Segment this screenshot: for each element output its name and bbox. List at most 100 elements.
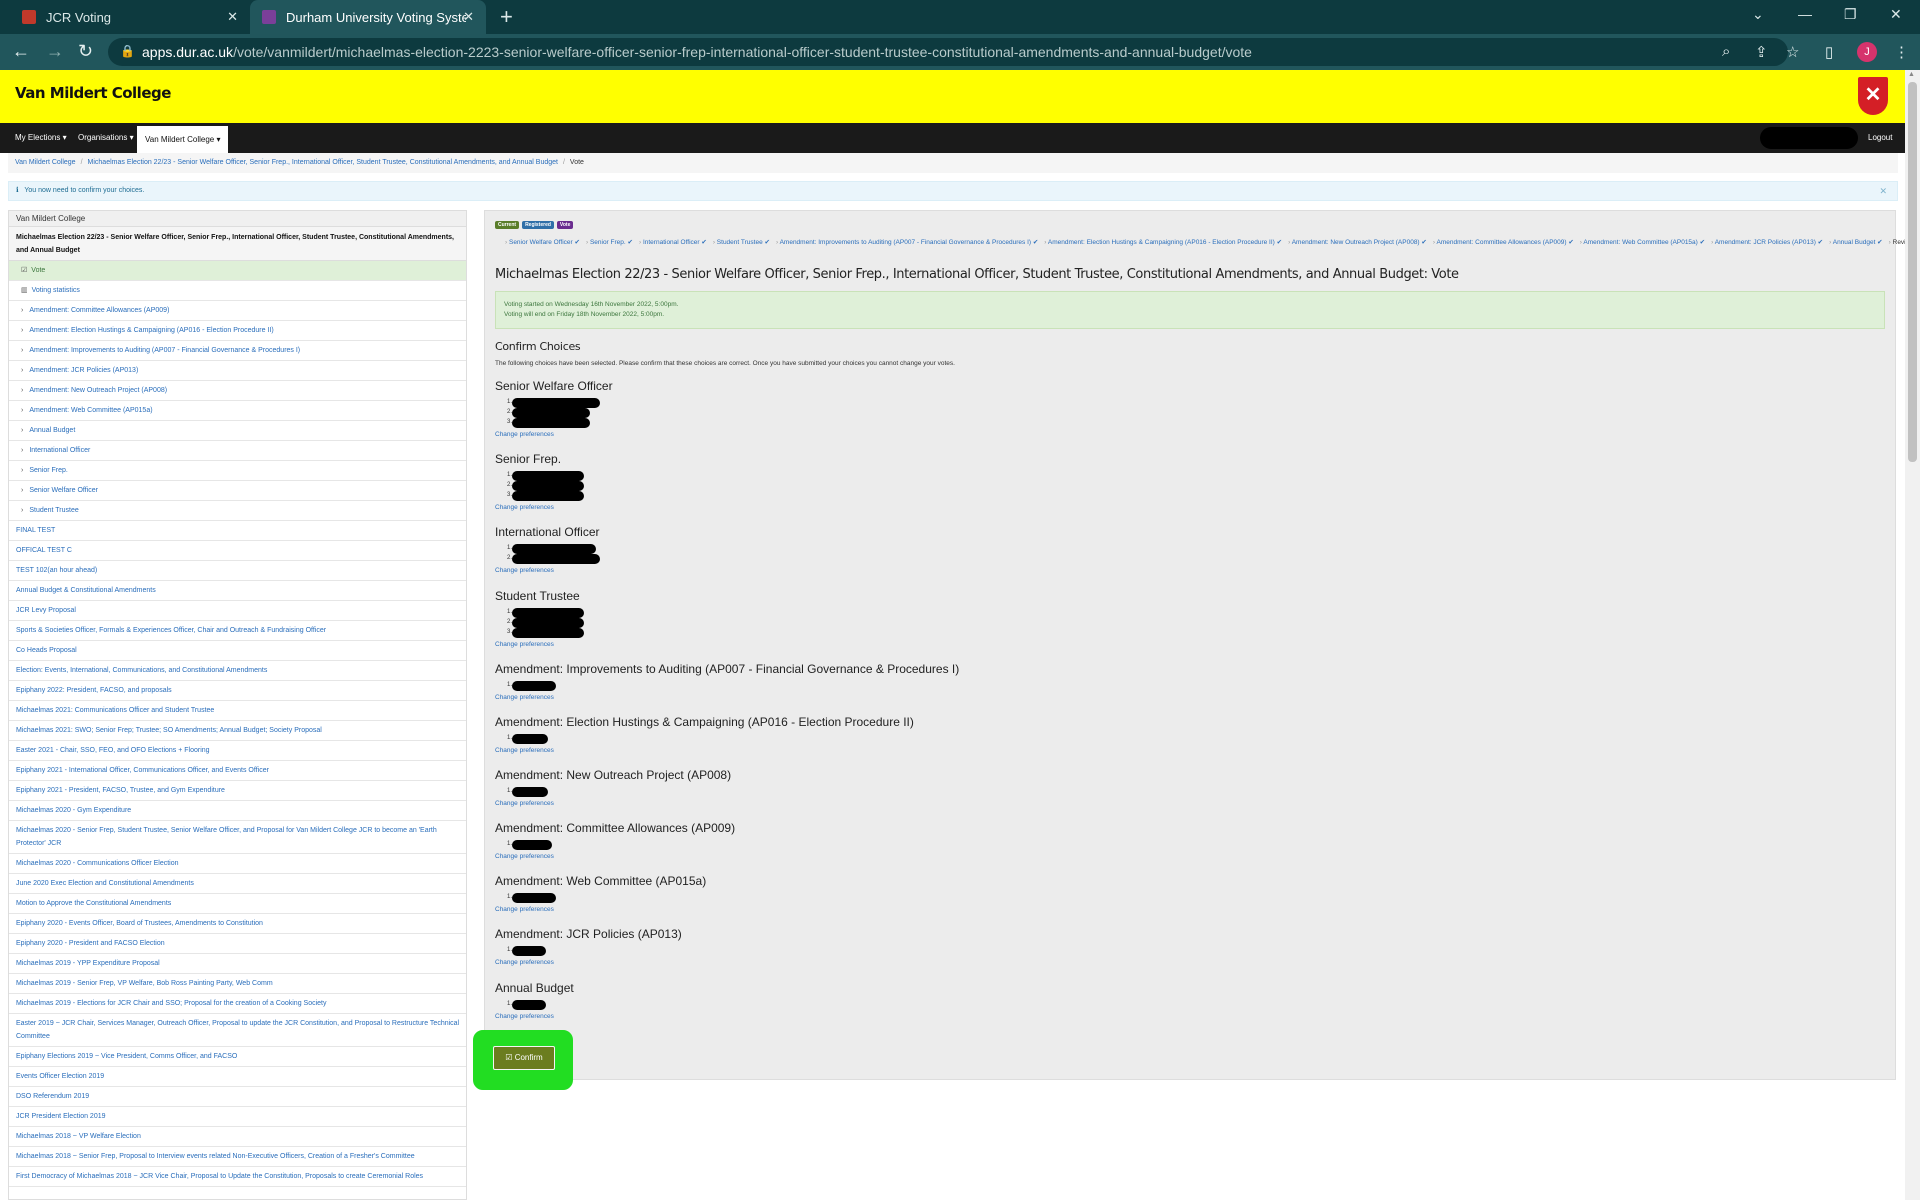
sidebar-sub-item[interactable]: › Student Trustee bbox=[9, 501, 466, 521]
progress-step[interactable]: › Student Trustee ✔ bbox=[713, 239, 770, 246]
ranked-choice: 2. bbox=[495, 553, 600, 564]
sidebar-election-link[interactable]: Michaelmas 2018 ~ VP Welfare Election bbox=[9, 1127, 466, 1147]
nav-organisations[interactable]: Organisations ▾ bbox=[78, 123, 134, 153]
tab-search-icon[interactable]: ⌄ bbox=[1752, 6, 1764, 23]
progress-step[interactable]: › Senior Welfare Officer ✔ bbox=[505, 239, 580, 246]
sidebar-sub-item[interactable]: › Annual Budget bbox=[9, 421, 466, 441]
sidebar-election-link[interactable]: TEST 102(an hour ahead) bbox=[9, 561, 466, 581]
sidebar-election-link[interactable]: Election: Events, International, Communi… bbox=[9, 661, 466, 681]
profile-avatar[interactable]: J bbox=[1857, 42, 1877, 62]
change-preferences-link[interactable]: Change preferences bbox=[495, 747, 914, 754]
sidebar-sub-item[interactable]: › Amendment: Election Hustings & Campaign… bbox=[9, 321, 466, 341]
progress-step[interactable]: › Amendment: Committee Allowances (AP009… bbox=[1433, 239, 1574, 246]
forward-icon[interactable]: → bbox=[46, 41, 64, 62]
sidebar-sub-item[interactable]: › Amendment: New Outreach Project (AP008) bbox=[9, 381, 466, 401]
progress-step[interactable]: › International Officer ✔ bbox=[639, 239, 707, 246]
nav-van-mildert-college[interactable]: Van Mildert College ▾ bbox=[137, 126, 229, 153]
sidebar-election-link[interactable]: Epiphany Elections 2019 ~ Vice President… bbox=[9, 1047, 466, 1067]
sidebar-sub-item[interactable]: › Amendment: Improvements to Auditing (AP… bbox=[9, 341, 466, 361]
sidebar-election-link[interactable]: Events Officer Election 2019 bbox=[9, 1067, 466, 1087]
progress-step[interactable]: › Amendment: JCR Policies (AP013) ✔ bbox=[1711, 239, 1823, 246]
sidebar-sub-item[interactable]: › International Officer bbox=[9, 441, 466, 461]
sidebar-election-link[interactable]: Motion to Approve the Constitutional Ame… bbox=[9, 894, 466, 914]
tab-jcr-voting[interactable]: JCR Voting ✕ bbox=[10, 0, 250, 34]
confirm-button[interactable]: ☑ Confirm bbox=[493, 1046, 555, 1070]
sidebar-election-link[interactable]: Epiphany 2021 - President, FACSO, Truste… bbox=[9, 781, 466, 801]
change-preferences-link[interactable]: Change preferences bbox=[495, 567, 600, 574]
close-window-icon[interactable]: ✕ bbox=[1890, 6, 1902, 23]
scroll-up-icon[interactable]: ▲ bbox=[1908, 71, 1915, 78]
sidebar-election-link[interactable]: FINAL TEST bbox=[9, 521, 466, 541]
sidebar-election-link[interactable]: Epiphany 2020 - President and FACSO Elec… bbox=[9, 934, 466, 954]
sidebar-election-link[interactable]: Michaelmas 2020 - Communications Officer… bbox=[9, 854, 466, 874]
sidebar-sub-item[interactable]: › Senior Frep. bbox=[9, 461, 466, 481]
logout-link[interactable]: Logout bbox=[1868, 123, 1892, 153]
breadcrumb-election[interactable]: Michaelmas Election 22/23 - Senior Welfa… bbox=[88, 159, 558, 166]
sidebar-election-link[interactable]: Michaelmas 2020 - Gym Expenditure bbox=[9, 801, 466, 821]
sidebar-sub-item[interactable]: › Senior Welfare Officer bbox=[9, 481, 466, 501]
sidebar-sub-item[interactable]: › Amendment: Web Committee (AP015a) bbox=[9, 401, 466, 421]
sidebar-election-link[interactable]: Easter 2019 ~ JCR Chair, Services Manage… bbox=[9, 1014, 466, 1047]
site-title[interactable]: Van Mildert College bbox=[15, 84, 171, 102]
sidebar-current-election: Michaelmas Election 22/23 - Senior Welfa… bbox=[9, 227, 466, 261]
sidebar-election-link[interactable]: JCR Levy Proposal bbox=[9, 601, 466, 621]
sidebar-election-link[interactable]: Michaelmas 2018 ~ Senior Frep, Proposal … bbox=[9, 1147, 466, 1167]
side-panel-icon[interactable]: ▯ bbox=[1825, 43, 1833, 61]
sidebar-election-link[interactable]: Michaelmas 2019 - YPP Expenditure Propos… bbox=[9, 954, 466, 974]
restore-icon[interactable]: ❐ bbox=[1844, 6, 1857, 23]
sidebar-election-link[interactable]: Epiphany 2022: President, FACSO, and pro… bbox=[9, 681, 466, 701]
change-preferences-link[interactable]: Change preferences bbox=[495, 694, 959, 701]
dismiss-banner-icon[interactable]: ✕ bbox=[1879, 182, 1887, 200]
change-preferences-link[interactable]: Change preferences bbox=[495, 504, 561, 511]
progress-step[interactable]: › Amendment: Web Committee (AP015a) ✔ bbox=[1580, 239, 1705, 246]
sidebar-election-link[interactable]: Michaelmas 2020 - Senior Frep, Student T… bbox=[9, 821, 466, 854]
change-preferences-link[interactable]: Change preferences bbox=[495, 641, 580, 648]
close-tab-icon[interactable]: ✕ bbox=[463, 9, 474, 25]
progress-step[interactable]: › Amendment: Election Hustings & Campaig… bbox=[1044, 239, 1282, 246]
sidebar-election-link[interactable]: Epiphany 2020 - Events Officer, Board of… bbox=[9, 914, 466, 934]
bookmark-star-icon[interactable]: ☆ bbox=[1786, 43, 1799, 61]
sidebar-sub-item[interactable]: › Amendment: Committee Allowances (AP009) bbox=[9, 301, 466, 321]
sidebar-item-vote[interactable]: ☑ Vote bbox=[9, 261, 466, 281]
sidebar-election-link[interactable]: Co Heads Proposal bbox=[9, 641, 466, 661]
sidebar-election-link[interactable]: Epiphany 2021 - International Officer, C… bbox=[9, 761, 466, 781]
sidebar-election-link[interactable]: OFFICAL TEST C bbox=[9, 541, 466, 561]
change-preferences-link[interactable]: Change preferences bbox=[495, 1013, 574, 1020]
back-icon[interactable]: ← bbox=[12, 41, 30, 62]
sidebar-election-link[interactable]: Annual Budget & Constitutional Amendment… bbox=[9, 581, 466, 601]
share-icon[interactable]: ⇪ bbox=[1755, 43, 1768, 61]
zoom-icon[interactable]: ⌕ bbox=[1722, 43, 1730, 60]
change-preferences-link[interactable]: Change preferences bbox=[495, 853, 735, 860]
sidebar-election-link[interactable]: Michaelmas 2019 - Elections for JCR Chai… bbox=[9, 994, 466, 1014]
progress-step[interactable]: › Amendment: New Outreach Project (AP008… bbox=[1288, 239, 1427, 246]
change-preferences-link[interactable]: Change preferences bbox=[495, 906, 706, 913]
page-scrollbar[interactable]: ▲ bbox=[1905, 70, 1920, 1200]
sidebar-sub-item[interactable]: › Amendment: JCR Policies (AP013) bbox=[9, 361, 466, 381]
new-tab-icon[interactable]: + bbox=[500, 4, 513, 30]
sidebar-election-link[interactable]: First Democracy of Michaelmas 2018 ~ JCR… bbox=[9, 1167, 466, 1187]
close-tab-icon[interactable]: ✕ bbox=[227, 9, 238, 25]
sidebar-election-link[interactable]: JCR President Election 2019 bbox=[9, 1107, 466, 1127]
progress-step[interactable]: › Senior Frep. ✔ bbox=[586, 239, 633, 246]
progress-step[interactable]: › Annual Budget ✔ bbox=[1829, 239, 1883, 246]
sidebar-election-link[interactable]: Sports & Societies Officer, Formals & Ex… bbox=[9, 621, 466, 641]
sidebar-item-voting-statistics[interactable]: ▥ Voting statistics bbox=[9, 281, 466, 301]
sidebar-election-link[interactable]: Michaelmas 2021: Communications Officer … bbox=[9, 701, 466, 721]
sidebar-election-link[interactable]: Easter 2021 - Chair, SSO, FEO, and OFO E… bbox=[9, 741, 466, 761]
sidebar-election-link[interactable]: June 2020 Exec Election and Constitution… bbox=[9, 874, 466, 894]
change-preferences-link[interactable]: Change preferences bbox=[495, 431, 613, 438]
menu-kebab-icon[interactable]: ⋮ bbox=[1894, 43, 1909, 61]
tab-durham-voting[interactable]: Durham University Voting Systen ✕ bbox=[250, 0, 486, 34]
scrollbar-thumb[interactable] bbox=[1908, 82, 1917, 462]
reload-icon[interactable]: ↻ bbox=[78, 41, 93, 62]
change-preferences-link[interactable]: Change preferences bbox=[495, 800, 731, 807]
sidebar-election-link[interactable]: Michaelmas 2021: SWO; Senior Frep; Trust… bbox=[9, 721, 466, 741]
nav-my-elections[interactable]: My Elections ▾ bbox=[15, 123, 67, 153]
sidebar-election-link[interactable]: DSO Referendum 2019 bbox=[9, 1087, 466, 1107]
sidebar-election-link[interactable]: Michaelmas 2019 - Senior Frep, VP Welfar… bbox=[9, 974, 466, 994]
progress-step[interactable]: › Amendment: Improvements to Auditing (A… bbox=[776, 239, 1038, 246]
minimize-icon[interactable]: — bbox=[1798, 6, 1812, 22]
breadcrumb-college[interactable]: Van Mildert College bbox=[15, 159, 76, 166]
change-preferences-link[interactable]: Change preferences bbox=[495, 959, 682, 966]
address-bar[interactable]: 🔒 apps.dur.ac.uk/vote/vanmildert/michael… bbox=[108, 38, 1788, 66]
